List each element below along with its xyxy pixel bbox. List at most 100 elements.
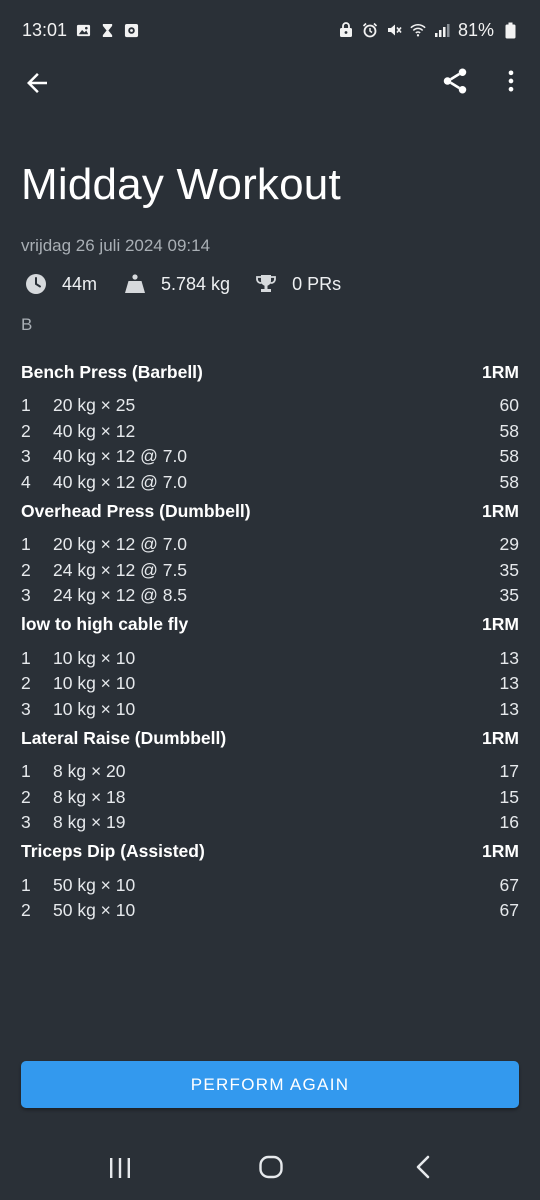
set-list: 1 8 kg × 20 17 2 8 kg × 18 15 3 8 kg × 19 16	[21, 752, 519, 838]
exercise-card[interactable]: low to high cable fly 1RM 1 10 kg × 10 13 2 10…	[21, 611, 519, 725]
weight-icon	[123, 272, 147, 296]
set-one-rep-max: 13	[499, 647, 519, 668]
set-description: 10 kg × 10	[53, 698, 136, 719]
app-icon	[123, 22, 139, 38]
set-description: 20 kg × 12 @ 7.0	[53, 534, 188, 555]
exercise-name: low to high cable fly	[21, 614, 189, 634]
exercise-name: Triceps Dip (Assisted)	[21, 841, 205, 861]
mute-icon	[386, 22, 402, 38]
duration-value: 44m	[62, 273, 98, 294]
set-number: 3	[21, 812, 31, 833]
set-row: 1 10 kg × 10 13	[21, 646, 519, 672]
set-description: 50 kg × 10	[53, 874, 136, 895]
prs-value: 0 PRs	[292, 273, 342, 294]
set-number: 2	[21, 420, 31, 441]
exercise-list: Bench Press (Barbell) 1RM 1 20 kg × 25 60 2 40…	[21, 358, 519, 926]
set-number: 3	[21, 446, 31, 467]
set-one-rep-max: 35	[499, 559, 519, 580]
set-number: 1	[21, 874, 31, 895]
status-time: 13:01	[22, 19, 68, 40]
set-row: 1 20 kg × 25 60	[21, 393, 519, 419]
perform-again-button[interactable]: PERFORM AGAIN	[21, 1061, 519, 1108]
clock-icon	[24, 272, 48, 296]
set-one-rep-max: 13	[499, 673, 519, 694]
set-row: 2 8 kg × 18 15	[21, 785, 519, 811]
set-description: 8 kg × 19	[53, 812, 126, 833]
set-description: 24 kg × 12 @ 8.5	[53, 585, 188, 606]
set-description: 8 kg × 20	[53, 761, 126, 782]
set-one-rep-max: 58	[499, 471, 519, 492]
battery-icon	[502, 22, 518, 38]
alarm-icon	[362, 22, 378, 38]
set-number: 3	[21, 698, 31, 719]
exercise-header: low to high cable fly 1RM	[21, 611, 519, 639]
set-description: 10 kg × 10	[53, 673, 136, 694]
set-number: 2	[21, 673, 31, 694]
exercise-name: Bench Press (Barbell)	[21, 361, 203, 382]
stat-prs: 0 PRs	[254, 272, 341, 296]
set-number: 3	[21, 585, 31, 606]
exercise-header: Triceps Dip (Assisted) 1RM	[21, 838, 519, 866]
set-description: 40 kg × 12	[53, 420, 136, 441]
one-rep-max-column-label: 1RM	[482, 841, 519, 861]
exercise-name: Overhead Press (Dumbbell)	[21, 500, 251, 521]
exercise-header: Bench Press (Barbell) 1RM	[21, 358, 519, 386]
set-description: 50 kg × 10	[53, 900, 136, 921]
exercise-name: Lateral Raise (Dumbbell)	[21, 727, 227, 748]
status-bar: 13:01 81%	[0, 0, 540, 60]
set-description: 40 kg × 12 @ 7.0	[53, 471, 188, 492]
one-rep-max-column-label: 1RM	[482, 727, 519, 748]
signal-icon	[434, 22, 450, 38]
set-number: 2	[21, 900, 31, 921]
workout-title: Midday Workout	[21, 160, 341, 209]
exercise-card[interactable]: Overhead Press (Dumbbell) 1RM 1 20 kg × 12 …	[21, 497, 519, 611]
more-vertical-icon[interactable]	[497, 66, 525, 96]
set-row: 2 50 kg × 10 67	[21, 898, 519, 924]
set-description: 20 kg × 25	[53, 395, 136, 416]
set-row: 4 40 kg × 12 @ 7.0 58	[21, 470, 519, 496]
set-one-rep-max: 58	[499, 446, 519, 467]
set-row: 3 8 kg × 19 16	[21, 810, 519, 836]
volume-value: 5.784 kg	[161, 273, 231, 294]
nav-back-icon[interactable]	[410, 1153, 438, 1181]
recent-apps-icon[interactable]	[106, 1154, 134, 1182]
exercise-card[interactable]: Triceps Dip (Assisted) 1RM 1 50 kg × 10 67 2 5…	[21, 838, 519, 926]
one-rep-max-column-label: 1RM	[482, 500, 519, 521]
set-row: 2 10 kg × 10 13	[21, 671, 519, 697]
set-list: 1 50 kg × 10 67 2 50 kg × 10 67	[21, 866, 519, 926]
set-number: 4	[21, 471, 31, 492]
exercise-card[interactable]: Bench Press (Barbell) 1RM 1 20 kg × 25 60 2 40…	[21, 358, 519, 497]
set-description: 10 kg × 10	[53, 647, 136, 668]
app-bar	[0, 60, 540, 104]
stat-volume: 5.784 kg	[123, 272, 230, 296]
status-right: 81%	[338, 20, 518, 41]
trophy-icon	[254, 272, 278, 296]
set-one-rep-max: 58	[499, 420, 519, 441]
battery-percent: 81%	[457, 19, 494, 40]
home-icon[interactable]	[257, 1153, 285, 1181]
set-one-rep-max: 60	[499, 395, 519, 416]
set-one-rep-max: 67	[499, 874, 519, 895]
set-row: 3 40 kg × 12 @ 7.0 58	[21, 444, 519, 470]
set-row: 1 50 kg × 10 67	[21, 873, 519, 899]
set-one-rep-max: 17	[499, 761, 519, 782]
set-row: 3 10 kg × 10 13	[21, 697, 519, 723]
set-description: 40 kg × 12 @ 7.0	[53, 446, 188, 467]
set-row: 2 40 kg × 12 58	[21, 419, 519, 445]
stat-duration: 44m	[24, 272, 97, 296]
set-description: 24 kg × 12 @ 7.5	[53, 559, 188, 580]
set-list: 1 20 kg × 12 @ 7.0 29 2 24 kg × 12 @ 7.5 35 3 2…	[21, 525, 519, 611]
wifi-icon	[410, 22, 426, 38]
set-row: 1 8 kg × 20 17	[21, 759, 519, 785]
exercise-card[interactable]: Lateral Raise (Dumbbell) 1RM 1 8 kg × 20 17 2…	[21, 724, 519, 838]
one-rep-max-column-label: 1RM	[482, 361, 519, 382]
arrow-left-icon[interactable]	[22, 68, 52, 98]
set-row: 1 20 kg × 12 @ 7.0 29	[21, 532, 519, 558]
set-number: 1	[21, 761, 31, 782]
set-number: 2	[21, 559, 31, 580]
set-row: 3 24 kg × 12 @ 8.5 35	[21, 583, 519, 609]
workout-date: vrijdag 26 juli 2024 09:14	[21, 236, 211, 255]
set-number: 1	[21, 534, 31, 555]
share-icon[interactable]	[440, 66, 470, 96]
one-rep-max-column-label: 1RM	[482, 614, 519, 634]
